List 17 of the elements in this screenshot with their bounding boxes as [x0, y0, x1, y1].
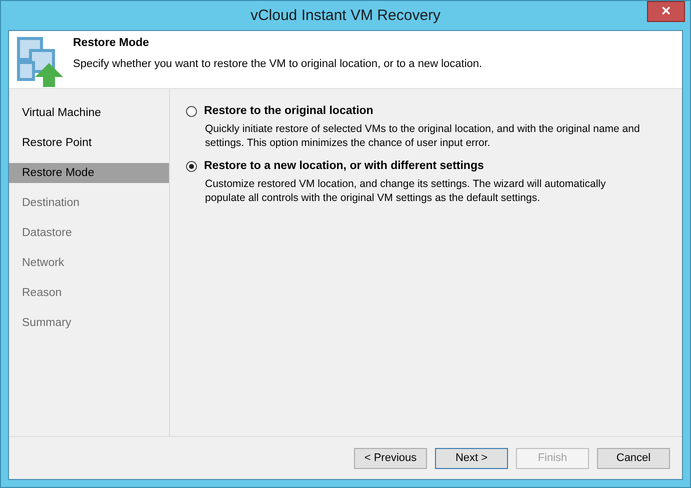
radio-button[interactable]	[186, 160, 197, 172]
window-title: vCloud Instant VM Recovery	[250, 7, 441, 24]
close-button[interactable]: ×	[647, 1, 685, 22]
sidebar-item[interactable]: Virtual Machine	[9, 103, 169, 123]
restore-vm-icon	[15, 35, 63, 87]
wizard-button[interactable]: < Previous	[354, 448, 427, 468]
radio-button[interactable]	[186, 106, 197, 116]
sidebar-item[interactable]: Restore Mode	[9, 163, 169, 183]
option-label[interactable]: Restore to a new location, or with different settings	[204, 160, 484, 172]
option-label[interactable]: Restore to the original location	[204, 105, 374, 117]
option-description: Quickly initiate restore of selected VMs to the original location, and with the original name and settings. This option minimizes the chance of user input error.	[204, 122, 641, 150]
header-description: Specify whether you want to restore the VM to original location, or to a new location.	[73, 58, 482, 70]
sidebar-item[interactable]: Restore Point	[9, 133, 169, 153]
wizard-button[interactable]: Next >	[435, 448, 508, 468]
option-description: Customize restored VM location, and change its settings. The wizard will automatically populate all controls with the original VM settings as the default settings.	[204, 177, 607, 205]
header-title: Restore Mode	[73, 37, 150, 49]
wizard-button[interactable]: Cancel	[597, 448, 670, 468]
